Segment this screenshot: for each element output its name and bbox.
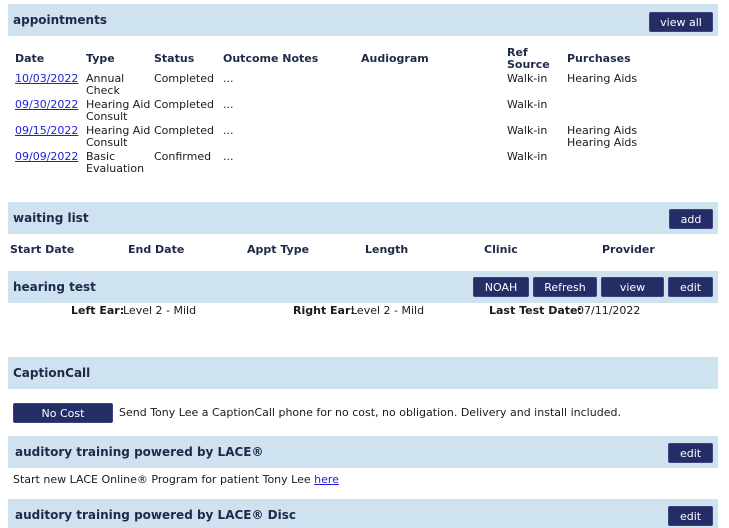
col-purchases: Purchases [567, 52, 631, 65]
lace-edit-button[interactable]: edit [668, 443, 713, 463]
col-appt-type: Appt Type [247, 243, 310, 256]
table-row: 09/15/2022 [15, 125, 78, 137]
table-row: 10/03/2022 [15, 73, 78, 85]
table-row: 09/09/2022 [15, 151, 78, 163]
col-type: Type [86, 52, 115, 65]
lace-disc-edit-button[interactable]: edit [668, 506, 713, 526]
waiting-list-add-button[interactable]: add [669, 209, 713, 229]
right-ear-label: Right Ear: [293, 304, 355, 317]
right-ear-value: Level 2 - Mild [351, 304, 425, 317]
appointment-notes: ... [223, 124, 234, 137]
captioncall-text: Send Tony Lee a CaptionCall phone for no… [119, 406, 621, 419]
appointment-notes: ... [223, 150, 234, 163]
waiting-list-title: waiting list [13, 211, 89, 225]
appointment-type: Evaluation [86, 162, 145, 175]
captioncall-header: CaptionCall [8, 357, 718, 389]
appointment-status: Completed [154, 98, 214, 111]
table-row: 09/30/2022 [15, 99, 78, 111]
appointment-date-link[interactable]: 10/03/2022 [15, 72, 78, 85]
hearing-test-header: hearing test NOAH Refresh view all edit [8, 271, 718, 314]
hearing-test-edit-button[interactable]: edit [668, 277, 713, 297]
lace-text: Start new LACE Online® Program for patie… [13, 474, 339, 486]
appointment-status: Completed [154, 124, 214, 137]
appointment-type: Consult [86, 110, 128, 123]
appointment-purchase: Hearing Aids [567, 72, 638, 85]
last-test-value: 07/11/2022 [577, 304, 641, 317]
left-ear-label: Left Ear: [71, 304, 125, 317]
lace-disc-title: auditory training powered by LACE® Disc [15, 508, 296, 522]
col-outcome-notes: Outcome Notes [223, 52, 319, 65]
appointments-header: appointments view all [8, 4, 718, 36]
col-provider: Provider [602, 243, 655, 256]
col-start-date: Start Date [10, 243, 75, 256]
appointment-date-link[interactable]: 09/30/2022 [15, 98, 78, 111]
appointment-purchase: Hearing Aids [567, 136, 638, 149]
col-clinic: Clinic [484, 243, 518, 256]
col-end-date: End Date [128, 243, 185, 256]
col-status: Status [154, 52, 195, 65]
left-ear-value: Level 2 - Mild [123, 304, 197, 317]
appointment-notes: ... [223, 72, 234, 85]
appointment-date-link[interactable]: 09/09/2022 [15, 150, 78, 163]
appointment-status: Completed [154, 72, 214, 85]
appointment-status: Confirmed [154, 150, 212, 163]
appointments-title: appointments [13, 13, 107, 27]
col-audiogram: Audiogram [361, 52, 429, 65]
noah-button[interactable]: NOAH [473, 277, 529, 297]
col-date: Date [15, 52, 45, 65]
appointment-ref: Walk-in [507, 150, 548, 163]
appointment-ref: Walk-in [507, 124, 548, 137]
lace-text-prefix: Start new LACE Online® Program for patie… [13, 473, 315, 486]
no-cost-phone-button[interactable]: No Cost Phone [13, 403, 113, 440]
last-test-label: Last Test Date: [489, 304, 582, 317]
hearing-test-view-all-button[interactable]: view all [601, 277, 664, 314]
appointment-type: Consult [86, 136, 128, 149]
appointment-type: Check [86, 84, 120, 97]
col-ref-source-2: Source [507, 58, 550, 71]
appointment-date-link[interactable]: 09/15/2022 [15, 124, 78, 137]
captioncall-title: CaptionCall [13, 366, 91, 380]
lace-here-link[interactable]: here [314, 473, 339, 486]
col-length: Length [365, 243, 409, 256]
lace-title: auditory training powered by LACE® [15, 445, 264, 459]
appointment-ref: Walk-in [507, 98, 548, 111]
appointments-view-all-button[interactable]: view all [649, 12, 713, 32]
appointment-ref: Walk-in [507, 72, 548, 85]
refresh-button[interactable]: Refresh [533, 277, 597, 297]
appointment-notes: ... [223, 98, 234, 111]
hearing-test-title: hearing test [13, 280, 96, 294]
lace-header: auditory training powered by LACE® edit [8, 436, 718, 468]
lace-disc-header: auditory training powered by LACE® Disc … [8, 499, 718, 528]
waiting-list-header: waiting list add [8, 202, 718, 234]
